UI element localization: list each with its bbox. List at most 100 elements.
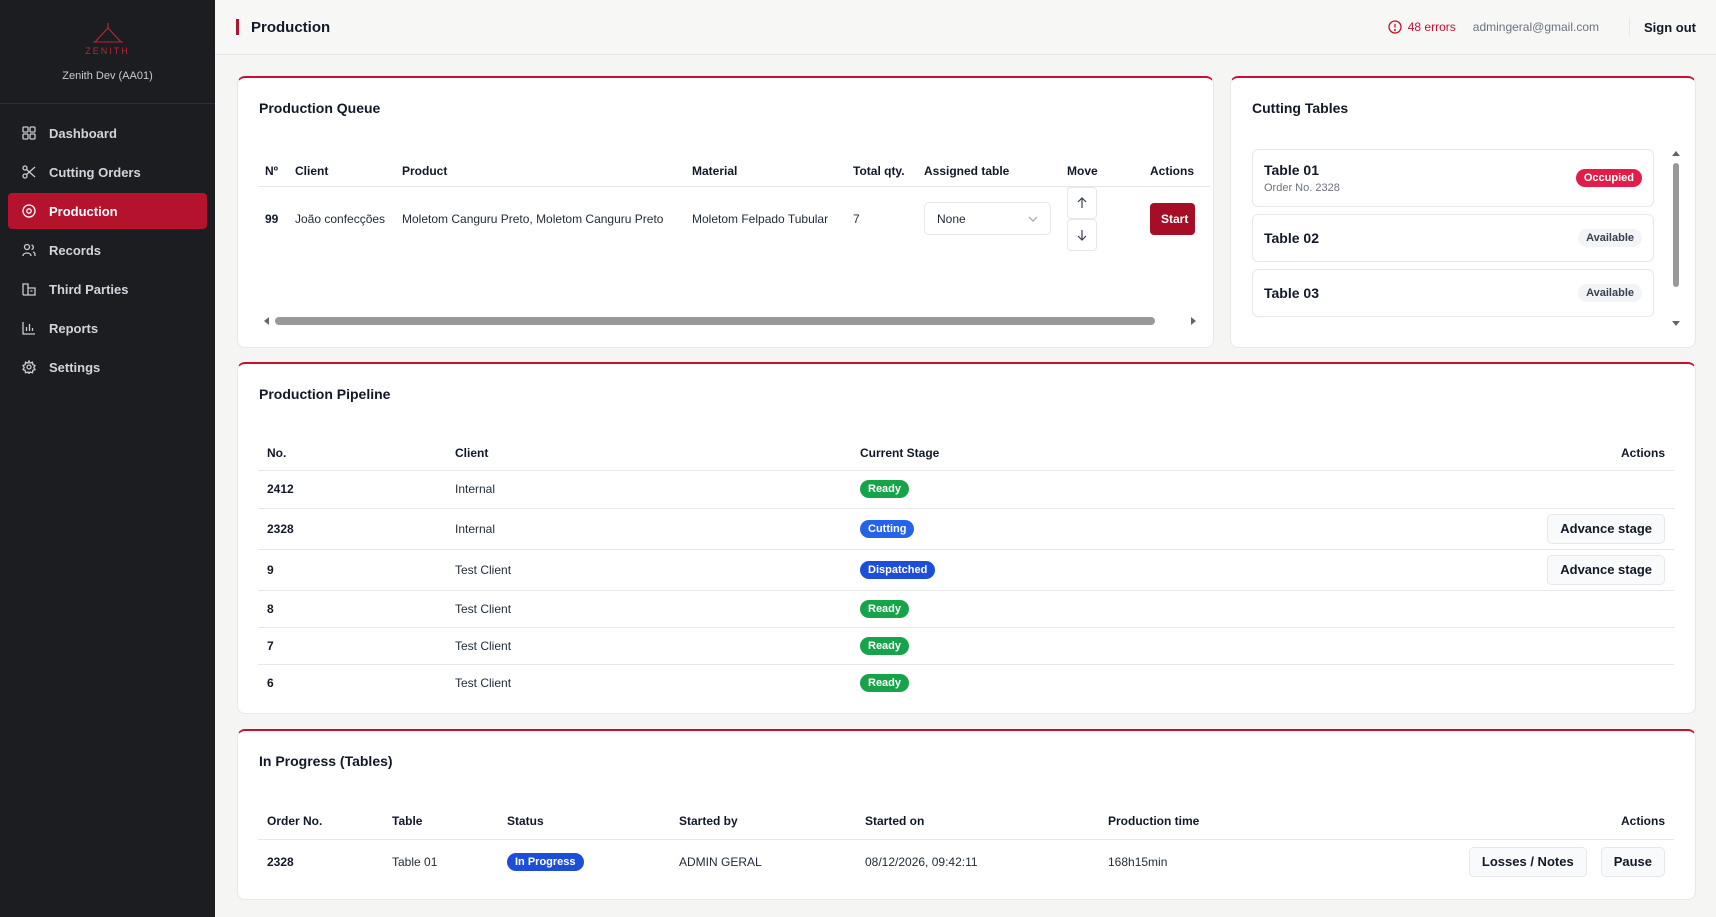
inprog-cell-order: 2328	[267, 854, 294, 869]
stage-badge: Cutting	[860, 519, 915, 538]
scrollbar-track[interactable]	[275, 316, 1185, 326]
losses-notes-button[interactable]: Losses / Notes	[1468, 846, 1587, 877]
table-header-row: Nº Client Product Material Total qty. As…	[258, 156, 1210, 187]
queue-cell-product: Moletom Canguru Preto, Moletom Canguru P…	[402, 211, 664, 226]
page-title: Production	[251, 18, 331, 36]
scroll-down-icon[interactable]	[1672, 321, 1680, 326]
stage-badge: Ready	[860, 599, 910, 618]
status-badge: In Progress	[507, 852, 584, 871]
start-button[interactable]: Start	[1150, 202, 1195, 235]
arrow-down-icon	[1077, 229, 1087, 241]
sidebar-item-third-parties[interactable]: Third Parties	[8, 271, 207, 307]
col-header-product: Product	[395, 156, 685, 187]
pipeline-cell-no: 9	[258, 549, 446, 591]
scroll-left-icon[interactable]	[264, 317, 269, 325]
sidebar-item-cutting-orders[interactable]: Cutting Orders	[8, 154, 207, 190]
scroll-right-icon[interactable]	[1191, 317, 1196, 325]
bar-chart-icon	[21, 320, 37, 336]
cutting-table-name: Table 01	[1264, 162, 1319, 178]
queue-cell-qty: 7	[853, 211, 860, 226]
table-row: 8 Test Client Ready	[258, 590, 1674, 628]
status-badge: Available	[1578, 284, 1642, 302]
logo: ZENITH	[85, 22, 130, 56]
production-pipeline-title: Production Pipeline	[259, 386, 391, 402]
col-header-actions: Actions	[1293, 803, 1674, 840]
queue-cell-move	[1060, 186, 1143, 251]
advance-stage-button[interactable]: Advance stage	[1547, 513, 1665, 544]
cutting-table-name: Table 03	[1264, 285, 1319, 301]
table-row: 6 Test Client Ready	[258, 664, 1674, 701]
cutting-table-name: Table 02	[1264, 230, 1319, 246]
cutting-table-item[interactable]: Table 03 Available	[1252, 269, 1654, 317]
sidebar-item-label: Third Parties	[49, 281, 129, 297]
sidebar-item-records[interactable]: Records	[8, 232, 207, 268]
in-progress-title: In Progress (Tables)	[259, 753, 393, 769]
cutting-table-item[interactable]: Table 01 Order No. 2328 Occupied	[1252, 149, 1654, 207]
in-progress-table: Order No. Table Status Started by Starte…	[258, 803, 1674, 884]
table-header-row: Order No. Table Status Started by Starte…	[258, 803, 1674, 840]
vertical-scrollbar[interactable]	[1671, 151, 1681, 326]
inprog-cell-table: Table 01	[392, 854, 438, 869]
cutting-tables-title: Cutting Tables	[1252, 100, 1349, 116]
inprog-cell-started-on: 08/12/2026, 09:42:11	[865, 854, 978, 869]
advance-stage-button[interactable]: Advance stage	[1547, 554, 1665, 585]
stage-badge: Dispatched	[860, 560, 936, 579]
pipeline-cell-client: Test Client	[455, 675, 512, 690]
pipeline-cell-no: 2328	[258, 508, 446, 550]
sidebar-item-dashboard[interactable]: Dashboard	[8, 115, 207, 151]
col-header-no: Nº	[258, 156, 288, 187]
production-queue-table: Nº Client Product Material Total qty. As…	[258, 156, 1210, 251]
col-header-client: Client	[288, 156, 395, 187]
queue-cell-client: João confecções	[295, 211, 386, 226]
queue-cell-no: 99	[265, 211, 279, 226]
logo-text: ZENITH	[85, 45, 130, 56]
pause-button[interactable]: Pause	[1600, 846, 1665, 877]
pipeline-cell-client: Test Client	[446, 590, 851, 628]
pipeline-cell-client: Internal	[446, 470, 851, 509]
arrow-up-icon	[1077, 196, 1087, 208]
errors-count: 48 errors	[1407, 20, 1456, 34]
scrollbar-thumb[interactable]	[1673, 163, 1679, 287]
col-header-qty: Total qty.	[846, 156, 917, 187]
sign-out-button[interactable]: Sign out	[1644, 20, 1696, 35]
pipeline-cell-client: Internal	[446, 508, 851, 550]
pipeline-cell-actions	[1194, 627, 1674, 665]
pipeline-cell-no: 2412	[258, 470, 446, 509]
pipeline-cell-client: Test Client	[446, 549, 851, 591]
col-header-production-time: Production time	[1099, 803, 1294, 840]
stage-badge: Ready	[860, 480, 910, 498]
sidebar-item-label: Records	[49, 242, 102, 258]
title-accent-bar	[236, 19, 239, 35]
building-icon	[21, 281, 37, 297]
sidebar-item-reports[interactable]: Reports	[8, 310, 207, 346]
sidebar: ZENITH Zenith Dev (AA01) Dashboard Cutti…	[0, 0, 215, 917]
scissors-icon	[21, 164, 37, 180]
errors-indicator[interactable]: 48 errors	[1388, 20, 1456, 34]
target-icon	[21, 203, 37, 219]
move-down-button[interactable]	[1067, 218, 1097, 251]
sidebar-item-label: Dashboard	[49, 125, 117, 141]
table-row: 7 Test Client Ready	[258, 627, 1674, 665]
sidebar-item-settings[interactable]: Settings	[8, 349, 207, 385]
scroll-up-icon[interactable]	[1672, 151, 1680, 156]
inprog-cell-actions: Losses / Notes Pause	[1293, 839, 1674, 884]
table-row: 9 Test Client Dispatched Advance stage	[258, 549, 1674, 591]
sidebar-item-production[interactable]: Production	[8, 193, 207, 229]
col-header-status: Status	[498, 803, 670, 840]
pipeline-cell-stage: Dispatched	[851, 549, 1195, 591]
move-up-button[interactable]	[1067, 186, 1097, 219]
horizontal-scrollbar[interactable]	[264, 315, 1196, 327]
production-queue-title: Production Queue	[259, 100, 381, 116]
col-header-order: Order No.	[258, 803, 383, 840]
inprog-cell-started-by: ADMIN GERAL	[679, 854, 762, 869]
sidebar-nav: Dashboard Cutting Orders Production Reco…	[0, 104, 215, 385]
scrollbar-thumb[interactable]	[275, 317, 1155, 325]
col-header-started-on: Started on	[856, 803, 1099, 840]
assigned-table-select[interactable]: None	[924, 202, 1051, 235]
pipeline-cell-stage: Ready	[851, 627, 1195, 665]
col-header-material: Material	[685, 156, 846, 187]
inprog-cell-status: In Progress	[498, 839, 670, 884]
production-pipeline-table: No. Client Current Stage Actions 2412 In…	[258, 437, 1674, 701]
pipeline-cell-no: 8	[258, 590, 446, 628]
cutting-table-item[interactable]: Table 02 Available	[1252, 214, 1654, 262]
